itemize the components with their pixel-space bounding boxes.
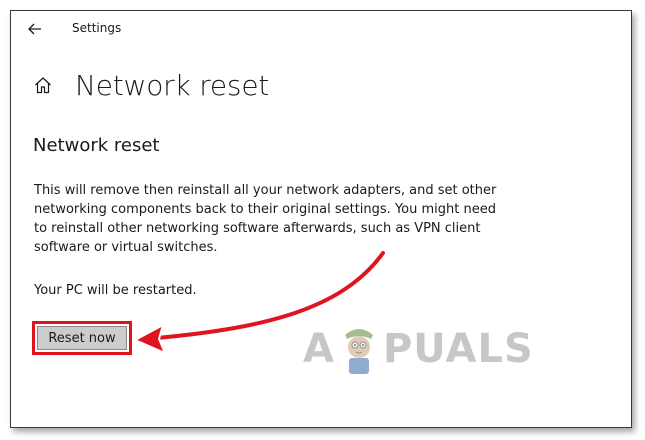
watermark-text-right: PUALS (382, 326, 534, 372)
title-bar: Settings (11, 11, 631, 47)
description-text: This will remove then reinstall all your… (34, 183, 497, 255)
settings-window: Settings Network reset Network reset Thi… (10, 10, 632, 428)
section-title: Network reset (33, 135, 160, 156)
appuals-watermark: A PUALS (303, 319, 534, 379)
back-arrow-icon (28, 23, 41, 35)
reset-button-highlight: Reset now (32, 321, 132, 355)
home-icon (35, 77, 51, 94)
back-button[interactable] (23, 17, 47, 41)
reset-now-button[interactable]: Reset now (37, 326, 127, 350)
page-header: Network reset (31, 63, 269, 107)
home-button[interactable] (31, 73, 55, 97)
app-title: Settings (72, 21, 122, 35)
restart-note: Your PC will be restarted. (34, 283, 197, 298)
watermark-text-left: A (303, 326, 335, 372)
mascot-icon (344, 329, 373, 374)
screenshot-frame: Settings Network reset Network reset Thi… (0, 0, 645, 440)
page-title: Network reset (75, 68, 270, 102)
